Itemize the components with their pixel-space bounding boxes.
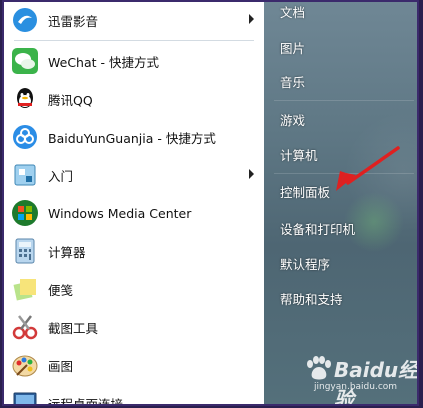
watermark-url: jingyan.baidu.com	[314, 382, 398, 392]
program-label: 迅雷影音	[48, 13, 99, 29]
right-item-help-support[interactable]: 帮助和支持	[280, 289, 343, 308]
right-item-devices-printers[interactable]: 设备和打印机	[280, 219, 355, 238]
qq-icon	[10, 84, 40, 114]
program-label: WeChat - 快捷方式	[48, 54, 159, 70]
divider	[14, 40, 254, 41]
program-item-getting-started[interactable]: 入门	[10, 157, 260, 193]
calculator-icon	[10, 236, 40, 266]
wechat-icon	[10, 46, 40, 76]
program-item-baiduyun[interactable]: BaiduYunGuanjia - 快捷方式	[10, 119, 260, 155]
program-label: 腾讯QQ	[48, 92, 93, 108]
program-label: 画图	[48, 358, 74, 374]
program-item-windows-media-center[interactable]: Windows Media Center	[10, 195, 260, 231]
start-menu: 迅雷影音 WeChat - 快捷方式 腾讯QQ BaiduYunGuanjia …	[2, 0, 419, 406]
program-label: 计算器	[48, 244, 86, 260]
program-label: 截图工具	[48, 320, 99, 336]
paint-icon	[10, 350, 40, 380]
right-item-control-panel[interactable]: 控制面板	[280, 182, 330, 201]
program-list: 迅雷影音 WeChat - 快捷方式 腾讯QQ BaiduYunGuanjia …	[4, 2, 265, 406]
xunlei-icon	[10, 5, 40, 35]
right-item-computer[interactable]: 计算机	[280, 145, 318, 164]
snipping-tool-icon	[10, 312, 40, 342]
getting-started-icon	[10, 160, 40, 190]
program-item-paint[interactable]: 画图	[10, 347, 260, 383]
windows-media-center-icon	[10, 198, 40, 228]
watermark-brand: Baidu经验	[334, 358, 419, 406]
sticky-notes-icon	[10, 274, 40, 304]
baidu-yun-icon	[10, 122, 40, 152]
program-label: Windows Media Center	[48, 205, 192, 221]
right-item-documents[interactable]: 文档	[280, 2, 305, 21]
program-item-calculator[interactable]: 计算器	[10, 233, 260, 269]
program-label: 远程桌面连接	[48, 396, 124, 406]
program-label: BaiduYunGuanjia - 快捷方式	[48, 130, 216, 146]
submenu-arrow-icon	[249, 169, 254, 179]
program-item-xunlei[interactable]: 迅雷影音	[10, 2, 260, 38]
remote-desktop-icon	[10, 388, 40, 404]
program-label: 入门	[48, 168, 74, 184]
right-item-games[interactable]: 游戏	[280, 110, 305, 129]
red-arrow-icon	[336, 146, 400, 191]
program-item-remote-desktop[interactable]: 远程桌面连接	[10, 385, 260, 406]
right-item-music[interactable]: 音乐	[280, 72, 305, 91]
baidu-watermark: Baidu经验 jingyan.baidu.com	[304, 352, 417, 404]
right-item-pictures[interactable]: 图片	[280, 38, 305, 57]
baidu-paw-icon	[307, 356, 331, 380]
program-item-qq[interactable]: 腾讯QQ	[10, 81, 260, 117]
submenu-arrow-icon	[249, 14, 254, 24]
right-pane: 文档 图片 音乐 游戏 计算机 控制面板 设备和打印机 默认程序 帮助和支持	[264, 2, 417, 404]
program-item-snipping-tool[interactable]: 截图工具	[10, 309, 260, 345]
right-item-default-programs[interactable]: 默认程序	[280, 254, 330, 273]
program-item-wechat[interactable]: WeChat - 快捷方式	[10, 43, 260, 79]
program-item-sticky-notes[interactable]: 便笺	[10, 271, 260, 307]
divider	[274, 100, 414, 101]
program-label: 便笺	[48, 282, 74, 298]
